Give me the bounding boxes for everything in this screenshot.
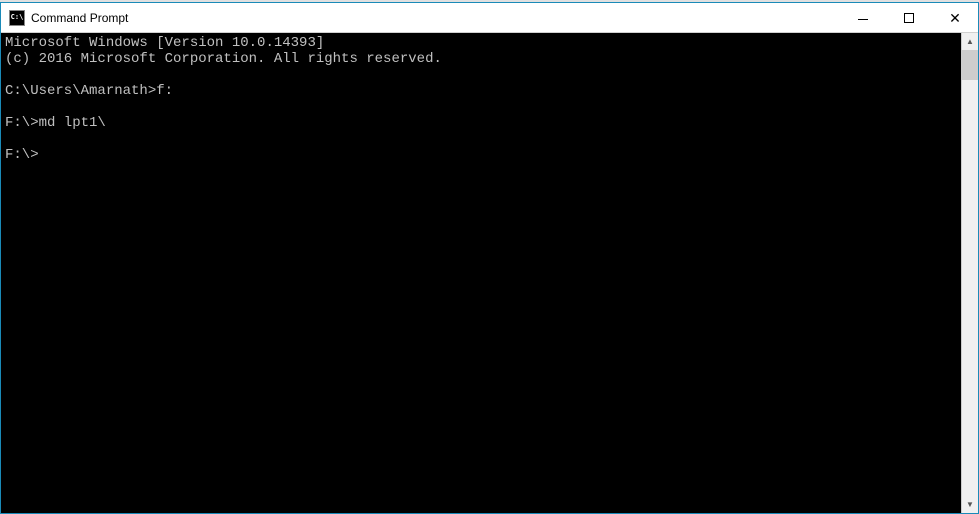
maximize-icon xyxy=(904,13,914,23)
titlebar[interactable]: C:\ Command Prompt ✕ xyxy=(1,3,978,33)
terminal-line: Microsoft Windows [Version 10.0.14393] xyxy=(5,35,957,51)
scroll-track[interactable] xyxy=(962,50,978,496)
terminal-line: F:\>md lpt1\ xyxy=(5,115,957,131)
minimize-button[interactable] xyxy=(840,3,886,32)
terminal-line: (c) 2016 Microsoft Corporation. All righ… xyxy=(5,51,957,67)
terminal-line xyxy=(5,67,957,83)
terminal-line: F:\> xyxy=(5,147,957,163)
minimize-icon xyxy=(858,19,868,20)
close-icon: ✕ xyxy=(949,11,961,25)
scroll-thumb[interactable] xyxy=(962,50,978,80)
close-button[interactable]: ✕ xyxy=(932,3,978,32)
maximize-button[interactable] xyxy=(886,3,932,32)
app-icon-text: C:\ xyxy=(11,14,24,21)
terminal-output[interactable]: Microsoft Windows [Version 10.0.14393](c… xyxy=(1,33,961,513)
command-prompt-window: C:\ Command Prompt ✕ Microsoft Windows [… xyxy=(0,2,979,514)
terminal-line: C:\Users\Amarnath>f: xyxy=(5,83,957,99)
content-area: Microsoft Windows [Version 10.0.14393](c… xyxy=(1,33,978,513)
vertical-scrollbar[interactable]: ▲ ▼ xyxy=(961,33,978,513)
terminal-line xyxy=(5,99,957,115)
scroll-down-arrow-icon[interactable]: ▼ xyxy=(962,496,978,513)
terminal-line xyxy=(5,131,957,147)
scroll-up-arrow-icon[interactable]: ▲ xyxy=(962,33,978,50)
window-title: Command Prompt xyxy=(31,11,128,25)
app-icon: C:\ xyxy=(9,10,25,26)
window-controls: ✕ xyxy=(840,3,978,32)
